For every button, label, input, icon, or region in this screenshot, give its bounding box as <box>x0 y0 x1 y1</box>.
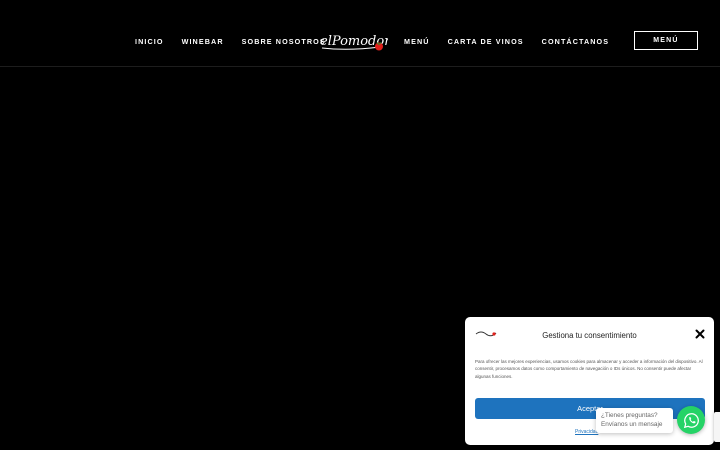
top-strip <box>0 0 720 16</box>
close-icon[interactable] <box>694 328 706 340</box>
consent-title: Gestiona tu consentimiento <box>542 331 637 340</box>
main-nav-left: INICIO WINEBAR SOBRE NOSOTROS <box>135 16 344 66</box>
consent-text: Para ofrecer las mejores experiencias, u… <box>475 359 703 379</box>
site-logo[interactable]: elPomodoro <box>318 28 388 54</box>
whatsapp-button[interactable] <box>677 406 705 434</box>
whatsapp-icon <box>683 412 699 428</box>
nav-link-sobre-nosotros[interactable]: SOBRE NOSOTROS <box>242 37 326 46</box>
nav-link-inicio[interactable]: INICIO <box>135 37 164 46</box>
recaptcha-badge <box>714 412 720 442</box>
nav-link-contactanos[interactable]: CONTÁCTANOS <box>542 37 609 46</box>
cookie-consent-dialog: Gestiona tu consentimiento Para ofrecer … <box>465 317 714 445</box>
site-header: INICIO WINEBAR SOBRE NOSOTROS elPomodoro… <box>0 16 720 67</box>
nav-link-menu[interactable]: MENÚ <box>404 37 430 46</box>
whatsapp-bubble-line2: Envíanos un mensaje <box>601 421 663 428</box>
privacy-policy-link[interactable]: Privacidad <box>575 429 598 435</box>
whatsapp-chat-bubble[interactable]: ¿Tienes preguntas? Envíanos un mensaje <box>596 408 673 433</box>
nav-link-winebar[interactable]: WINEBAR <box>182 37 224 46</box>
main-nav-right: MENÚ CARTA DE VINOS CONTÁCTANOS <box>404 16 627 66</box>
menu-button[interactable]: MENÚ <box>634 31 698 50</box>
nav-link-carta-de-vinos[interactable]: CARTA DE VINOS <box>448 37 524 46</box>
whatsapp-bubble-line1: ¿Tienes preguntas? <box>601 412 658 419</box>
tomato-icon <box>375 42 383 51</box>
